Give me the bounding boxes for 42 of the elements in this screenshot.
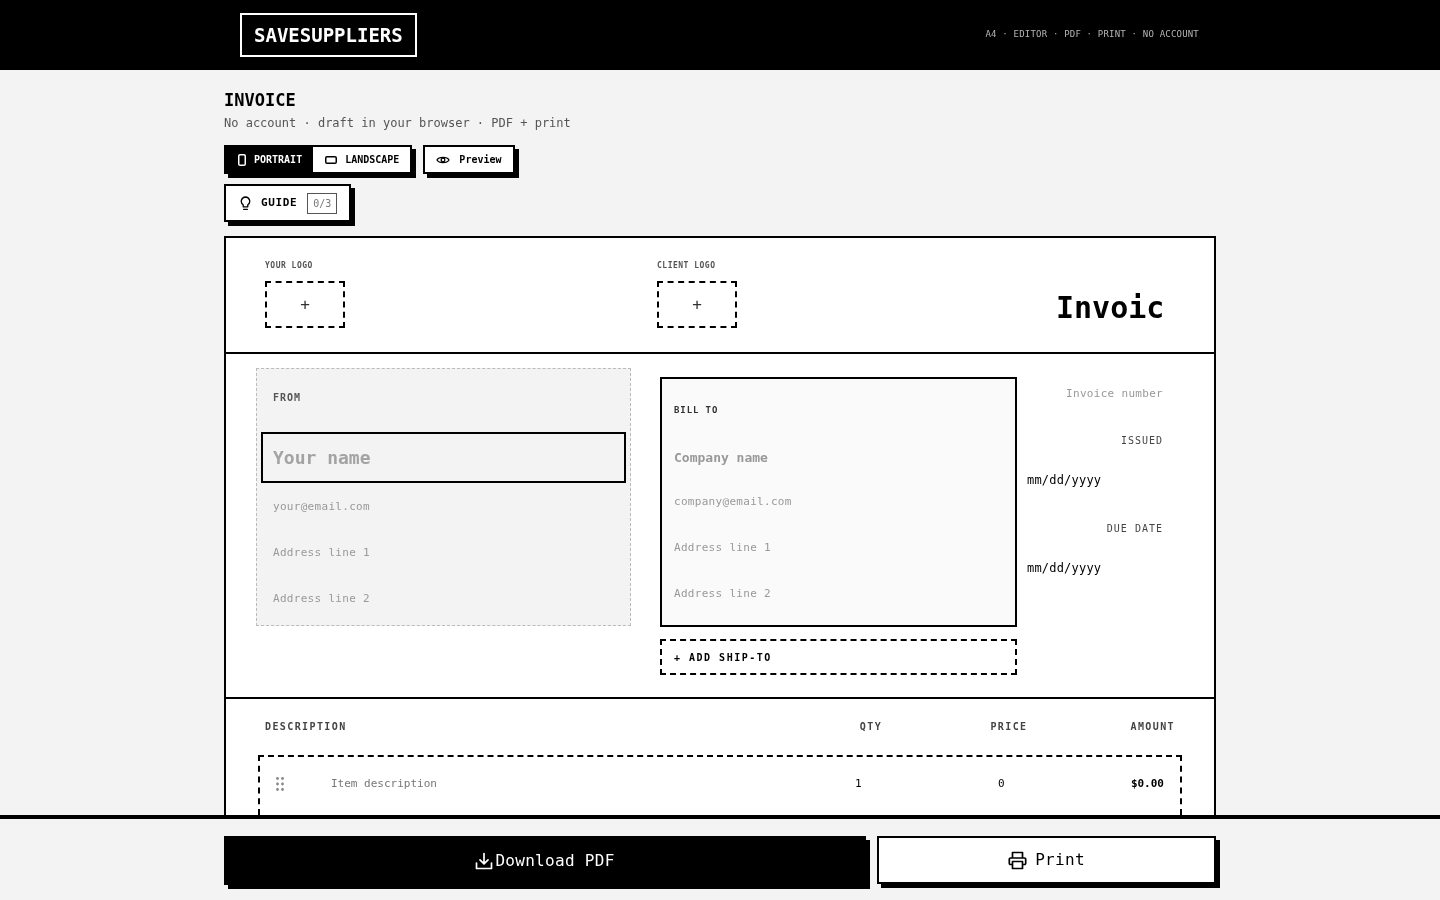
progress-badge: 0/3 — [307, 192, 338, 214]
column-header: QTY — [858, 720, 884, 734]
description-field[interactable]: Item description — [331, 775, 843, 793]
lightbulb-icon — [240, 195, 251, 211]
address-field[interactable]: Address line 2 — [674, 570, 1003, 616]
logo-label: CLIENT LOGO — [657, 261, 716, 271]
portrait-icon — [238, 153, 246, 166]
add-ship-to-button[interactable]: + ADD SHIP-TO — [660, 639, 1017, 675]
email-field[interactable]: company@email.com — [674, 478, 1003, 524]
section-label: BILL TO — [674, 404, 720, 417]
qty-field[interactable]: 1 — [843, 775, 943, 793]
address-field[interactable]: Address line 1 — [674, 524, 1003, 570]
invoice-title-field[interactable]: Invoic — [1056, 287, 1166, 327]
orientation-tab[interactable]: PORTRAIT — [226, 147, 314, 172]
address-field[interactable]: Address line 1 — [261, 529, 626, 575]
date-label: DUE DATE — [1105, 522, 1163, 536]
header-tagline: A4 · EDITOR · PDF · PRINT · NO ACCOUNT — [985, 28, 1199, 42]
section-label: FROM — [272, 391, 303, 405]
add-logo-button[interactable]: + — [265, 281, 345, 328]
address-field[interactable]: Address line 2 — [261, 575, 626, 621]
column-header: AMOUNT — [1129, 720, 1175, 734]
drag-handle-icon — [276, 777, 284, 791]
download-icon — [475, 851, 494, 870]
invoice-number-field[interactable]: Invoice number — [1017, 368, 1163, 418]
site-logo[interactable]: SAVESUPPLIERS — [240, 13, 417, 57]
price-field[interactable]: 0 — [943, 775, 1053, 793]
date-field[interactable]: mm/dd/yyyy — [1017, 462, 1163, 498]
email-field[interactable]: your@email.com — [261, 483, 626, 529]
date-field[interactable]: mm/dd/yyyy — [1017, 550, 1163, 586]
date-label: ISSUED — [1119, 434, 1163, 448]
page-subtitle: No account · draft in your browser · PDF + print — [224, 115, 572, 131]
printer-icon — [1008, 850, 1028, 870]
column-header: PRICE — [989, 720, 1029, 734]
name-field[interactable]: Company name — [674, 436, 1003, 478]
eye-icon — [436, 154, 451, 165]
amount-text: $0.00 — [1129, 776, 1164, 792]
landscape-icon — [325, 155, 338, 164]
logo-label: YOUR LOGO — [265, 261, 313, 271]
page-title: INVOICE — [224, 89, 297, 111]
column-header: DESCRIPTION — [265, 720, 348, 734]
add-logo-button[interactable]: + — [657, 281, 737, 328]
name-field[interactable]: Your name — [261, 432, 626, 483]
